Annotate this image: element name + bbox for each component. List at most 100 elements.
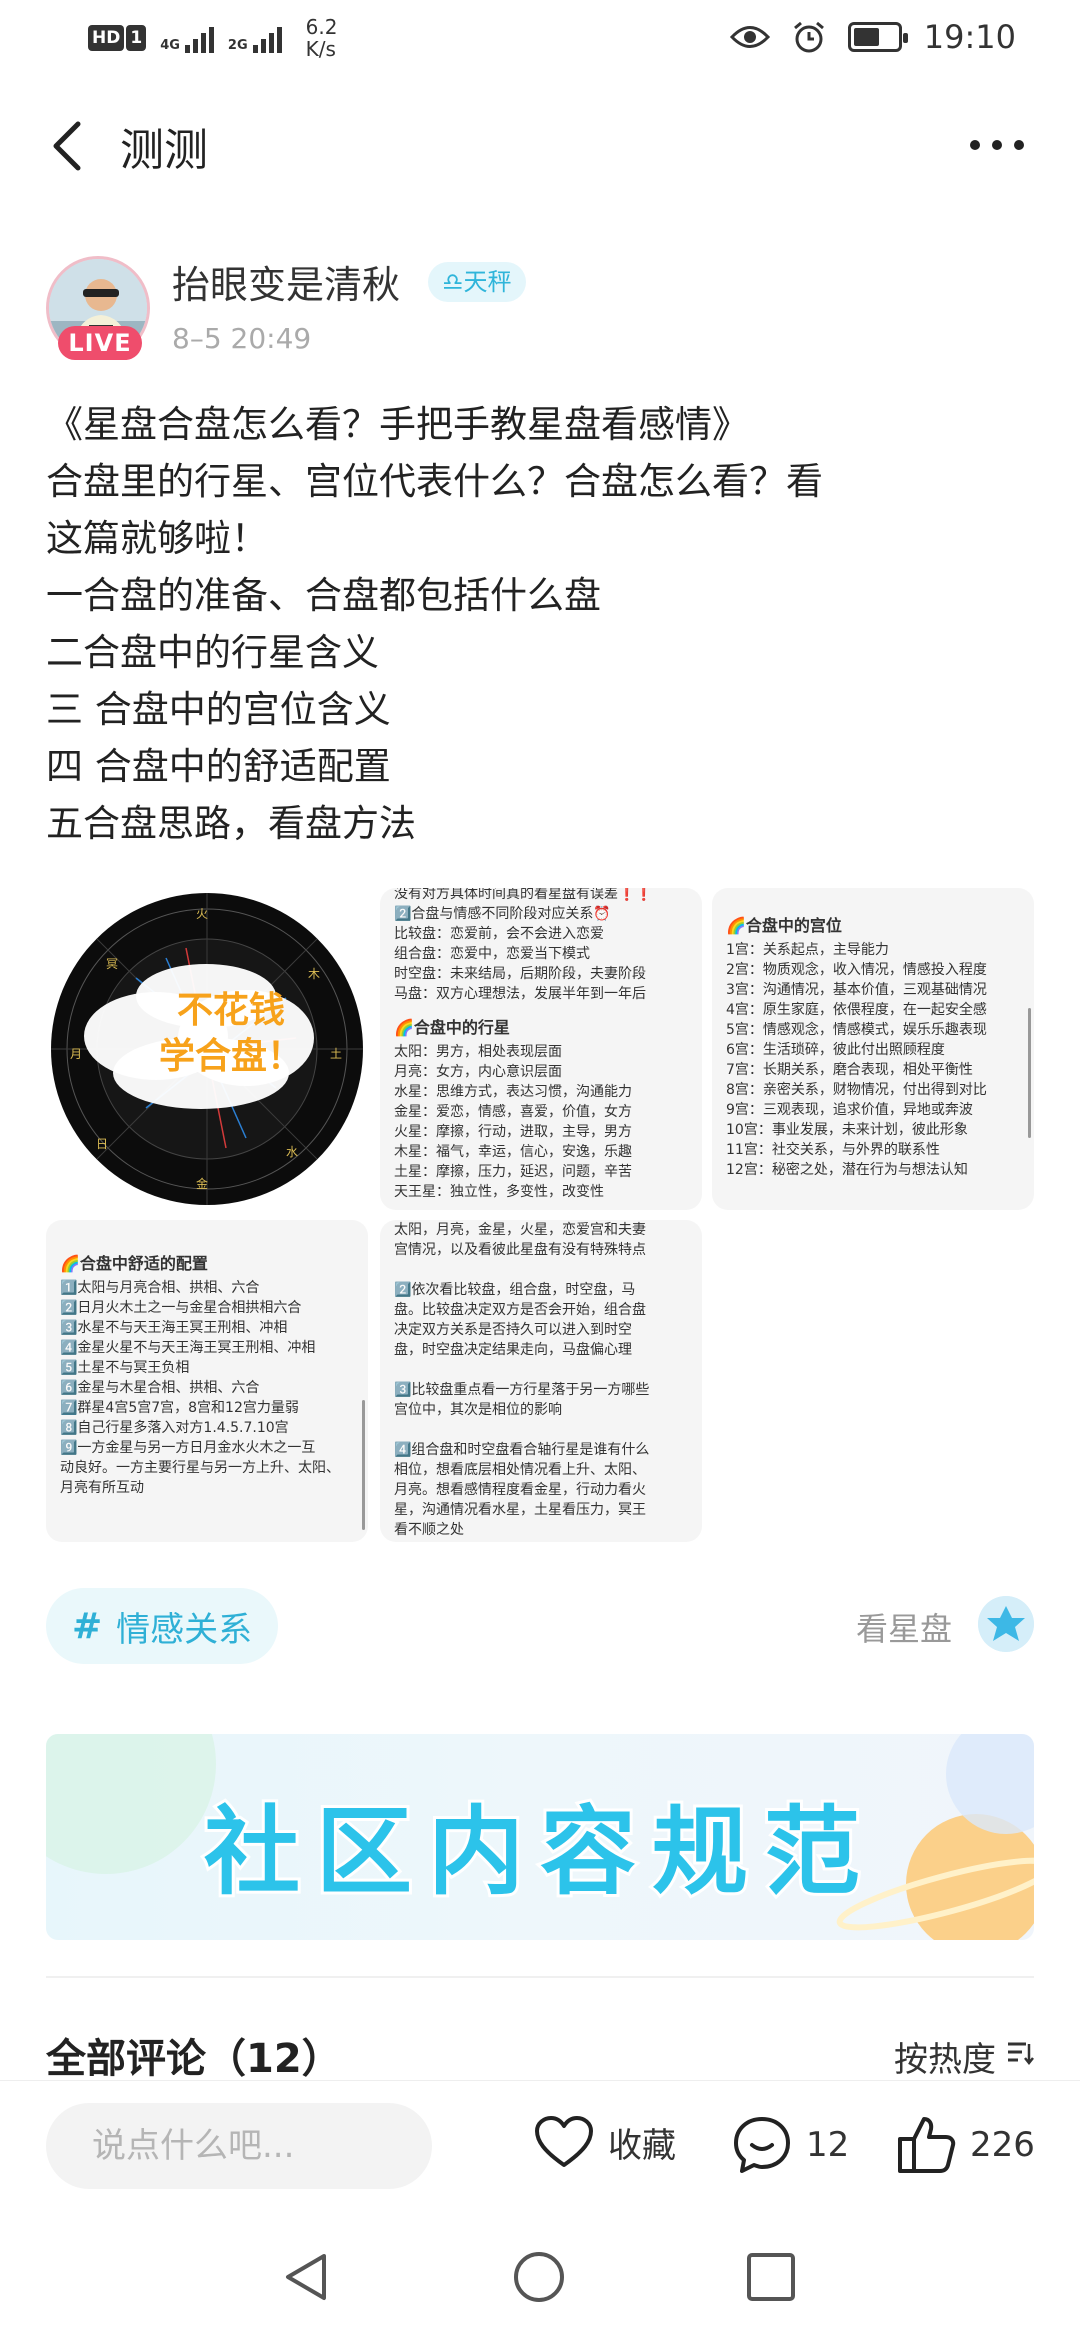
image-text-line: 3️⃣比较盘重点看一方行星落于另一方哪些 [394,1382,650,1398]
svg-text:月: 月 [70,1047,82,1061]
image-text-line: 天王星：独立性，多变性，改变性 [394,1184,604,1200]
divider [46,1976,1034,1978]
nav-home-icon[interactable] [512,2250,566,2304]
image-text-line: 8宫：亲密关系，财物情况，付出得到对比 [726,1082,987,1098]
svg-text:火: 火 [196,907,208,921]
banner-title: 社区内容规范 [201,1793,876,1911]
image-heading: 🌈合盘中的行星 [394,1018,510,1037]
content-line: 二合盘中的行星含义 [46,631,379,674]
image-text-line [394,1360,688,1380]
image-text-line: 看不顺之处 [394,1522,464,1538]
image-houses-text[interactable]: 🌈合盘中的宫位 1宫：关系起点，主导能力 2宫：物质观念，收入情况，情感投入程度… [712,888,1034,1210]
image-astrology-chart[interactable]: 火木土 水金 日 月 冥 不花钱 学合盘！ [46,888,368,1210]
image-text-line: 盘。比较盘决定双方是否会开始，组合盘 [394,1302,646,1318]
content-line: 一合盘的准备、合盘都包括什么盘 [46,574,601,617]
system-navigation-bar [0,2210,1080,2340]
clock: 19:10 [923,18,1016,56]
feature-link[interactable]: 看星盘 [856,1604,952,1650]
nav-recent-icon[interactable] [744,2250,798,2304]
network-type-1: 4G [160,38,180,53]
image-text-line: 组合盘：恋爱中，恋爱当下模式 [394,946,590,962]
image-text-line: 4️⃣金星火星不与天王海王冥王刑相、冲相 [60,1340,316,1356]
comment-button[interactable]: 12 [732,2115,849,2175]
content-line: 这篇就够啦！ [46,517,268,560]
image-text-line: 月亮有所互动 [60,1480,144,1496]
image-text-line: 1宫：关系起点，主导能力 [726,942,889,958]
image-text-line: 太阳：男方，相处表现层面 [394,1044,562,1060]
favorite-button[interactable]: 收藏 [534,2115,676,2169]
sort-icon[interactable] [1006,2040,1034,2066]
content-line: 五合盘思路，看盘方法 [46,802,416,845]
author-name[interactable]: 抬眼变是清秋 [172,254,400,309]
image-text-line: 时空盘：未来结局，后期阶段，夫妻阶段 [394,966,646,982]
image-planets-text[interactable]: 没有对方具体时间真的看星盘有误差❗❗ 2️⃣合盘与情感不同阶段对应关系⏰ 比较盘… [380,888,702,1210]
image-text-line: 没有对方具体时间真的看星盘有误差❗❗ [394,888,653,902]
image-text-line: 10宫：事业发展，未来计划，彼此形象 [726,1122,968,1138]
image-comfort-config-text[interactable]: 🌈合盘中舒适的配置 1️⃣太阳与月亮合相、拱相、六合 2️⃣日月火木土之一与金星… [46,1220,368,1542]
image-text-line [394,1260,688,1280]
image-text-line: 宫情况，以及看彼此星盘有没有特殊特点 [394,1242,646,1258]
status-bar: HD 1 4G 2G 6.2 K/s 19:10 [0,0,1080,80]
image-text-line: 5宫：情感观念，情感模式，娱乐乐趣表现 [726,1022,987,1038]
content-line: 合盘里的行星、宫位代表什么？合盘怎么看？看 [46,460,823,503]
topic-tag[interactable]: # 情感关系 [46,1588,279,1664]
sort-button[interactable]: 按热度 [894,2032,996,2081]
svg-text:金: 金 [196,1176,208,1191]
content-line: 四 合盘中的舒适配置 [46,745,391,788]
svg-text:冥: 冥 [106,957,118,971]
svg-text:木: 木 [308,967,320,981]
image-text-line: 水星：思维方式，表达习惯，沟通能力 [394,1084,632,1100]
network-speed: 6.2 K/s [305,15,338,61]
like-count: 226 [970,2125,1035,2165]
image-text-line: 6️⃣金星与木星合相、拱相、六合 [60,1380,260,1396]
image-text-line: 2️⃣依次看比较盘，组合盘，时空盘，马 [394,1282,636,1298]
image-text-line: 决定双方关系是否持久可以进入到时空 [394,1322,632,1338]
more-dots-icon[interactable] [970,130,1030,160]
like-button[interactable]: 226 [896,2115,1035,2175]
comment-count: 12 [806,2125,850,2165]
image-text-line: 金星：爱恋，情感，喜爱，价值，女方 [394,1104,632,1120]
topic-label: 情感关系 [116,1609,253,1650]
scroll-indicator [362,1400,365,1530]
image-text-line: 9宫：三观表现，追求价值，异地或奔波 [726,1102,973,1118]
image-text-line: 马盘：双方心理想法，发展半年到一年后 [394,986,646,1002]
image-text-line: 土星：摩擦，压力，延迟，问题，辛苦 [394,1164,632,1180]
eye-icon [729,26,770,48]
image-heading: 2️⃣合盘与情感不同阶段对应关系⏰ [394,906,611,922]
image-text-line: 木星：福气，幸运，信心，安逸，乐趣 [394,1144,632,1160]
nav-back-icon[interactable] [280,2250,334,2304]
image-text-line: 火星：摩擦，行动，进取，主导，男方 [394,1124,632,1140]
image-text-line: 6宫：生活琐碎，彼此付出照顾程度 [726,1042,945,1058]
thumbs-up-icon [898,2117,956,2173]
comment-input[interactable]: 说点什么吧... [46,2103,432,2189]
svg-text:土: 土 [330,1047,342,1061]
image-text-line: 8️⃣自己行星多落入对方1.4.5.7.10宫 [60,1420,289,1436]
image-text-line [394,1420,688,1440]
hash-icon: # [72,1605,103,1647]
star-badge-icon[interactable] [978,1596,1034,1652]
network-type-2: 2G [227,38,248,53]
image-text-line: 7️⃣群星4宫5宫7宫，8宫和12宫力量弱 [60,1400,299,1416]
image-text-line: 5️⃣土星不与冥王负相 [60,1360,190,1376]
hd-icon: HD 1 [88,25,147,51]
comment-icon [734,2117,790,2173]
image-text-line: 3宫：沟通情况，基本价值，三观基础情况 [726,982,987,998]
image-text-line: 4宫：原生家庭，依偎程度，在一起安全感 [726,1002,987,1018]
chevron-left-icon[interactable] [44,118,94,174]
image-text-line: 相位，想看底层相处情况看上升、太阳、 [394,1462,646,1478]
image-text-line: 7宫：长期关系，磨合表现，相处平衡性 [726,1062,973,1078]
zodiac-badge: ♎天秤 [428,262,526,302]
image-text-line: 1️⃣太阳与月亮合相、拱相、六合 [60,1280,260,1296]
image-text-line: 11宫：社交关系，与外界的联系性 [726,1142,940,1158]
overlay-text: 不花钱 学合盘！ [158,990,303,1077]
image-text-line: 2宫：物质观念，收入情况，情感投入程度 [726,962,987,978]
image-text-line: 星，沟通情况看水星，土星看压力，冥王 [394,1502,646,1518]
post-content: 《星盘合盘怎么看？手把手教星盘看感情》 合盘里的行星、宫位代表什么？合盘怎么看？… [46,396,1036,852]
community-guidelines-banner[interactable]: 社区内容规范 [46,1734,1034,1940]
alarm-icon [793,21,824,53]
battery-icon [847,22,908,52]
image-text-line: 2️⃣日月火木土之一与金星合相拱相六合 [60,1300,302,1316]
heart-icon [535,2116,593,2167]
image-method-text[interactable]: 太阳，月亮，金星，火星，恋爱宫和夫妻 宫情况，以及看彼此星盘有没有特殊特点 2️… [380,1220,702,1542]
comments-title: 全部评论（12） [46,2036,342,2082]
